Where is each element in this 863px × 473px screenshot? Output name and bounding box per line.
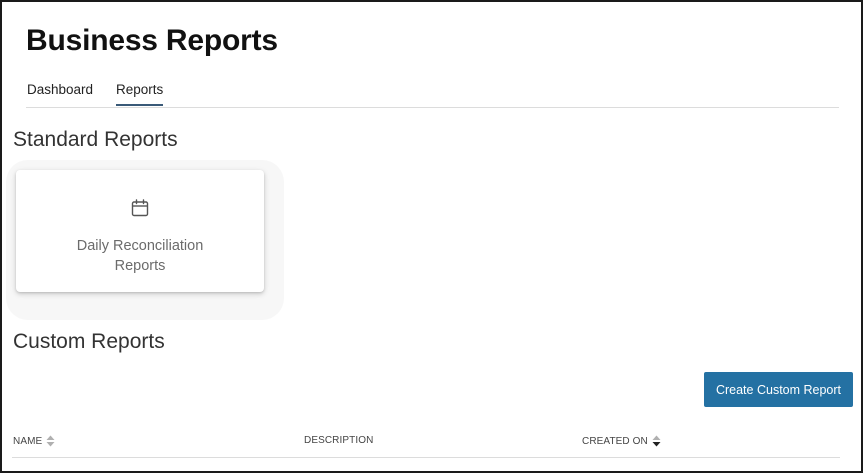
app-window: Business Reports Dashboard Reports Stand… (0, 0, 863, 473)
calendar-icon (130, 198, 150, 218)
daily-reconciliation-card[interactable]: Daily Reconciliation Reports (16, 170, 264, 292)
column-label: NAME (13, 435, 43, 447)
column-label: DESCRIPTION (304, 435, 374, 446)
column-header-name[interactable]: NAME (13, 435, 55, 447)
column-header-created-on[interactable]: CREATED ON (582, 435, 661, 447)
standard-reports-heading: Standard Reports (13, 128, 178, 151)
table-header: NAME DESCRIPTION CREATED ON (12, 430, 840, 458)
column-header-description: DESCRIPTION (304, 435, 373, 446)
tab-reports[interactable]: Reports (116, 82, 164, 106)
sort-descending-icon (652, 435, 661, 447)
sort-both-icon (46, 435, 55, 447)
column-label: CREATED ON (582, 435, 648, 447)
card-label: Daily Reconciliation Reports (76, 238, 204, 274)
tab-dashboard[interactable]: Dashboard (27, 82, 93, 104)
page-title: Business Reports (26, 24, 278, 57)
create-custom-report-button[interactable]: Create Custom Report (704, 372, 853, 407)
custom-reports-heading: Custom Reports (13, 330, 165, 353)
tab-bar: Dashboard Reports (26, 80, 839, 108)
